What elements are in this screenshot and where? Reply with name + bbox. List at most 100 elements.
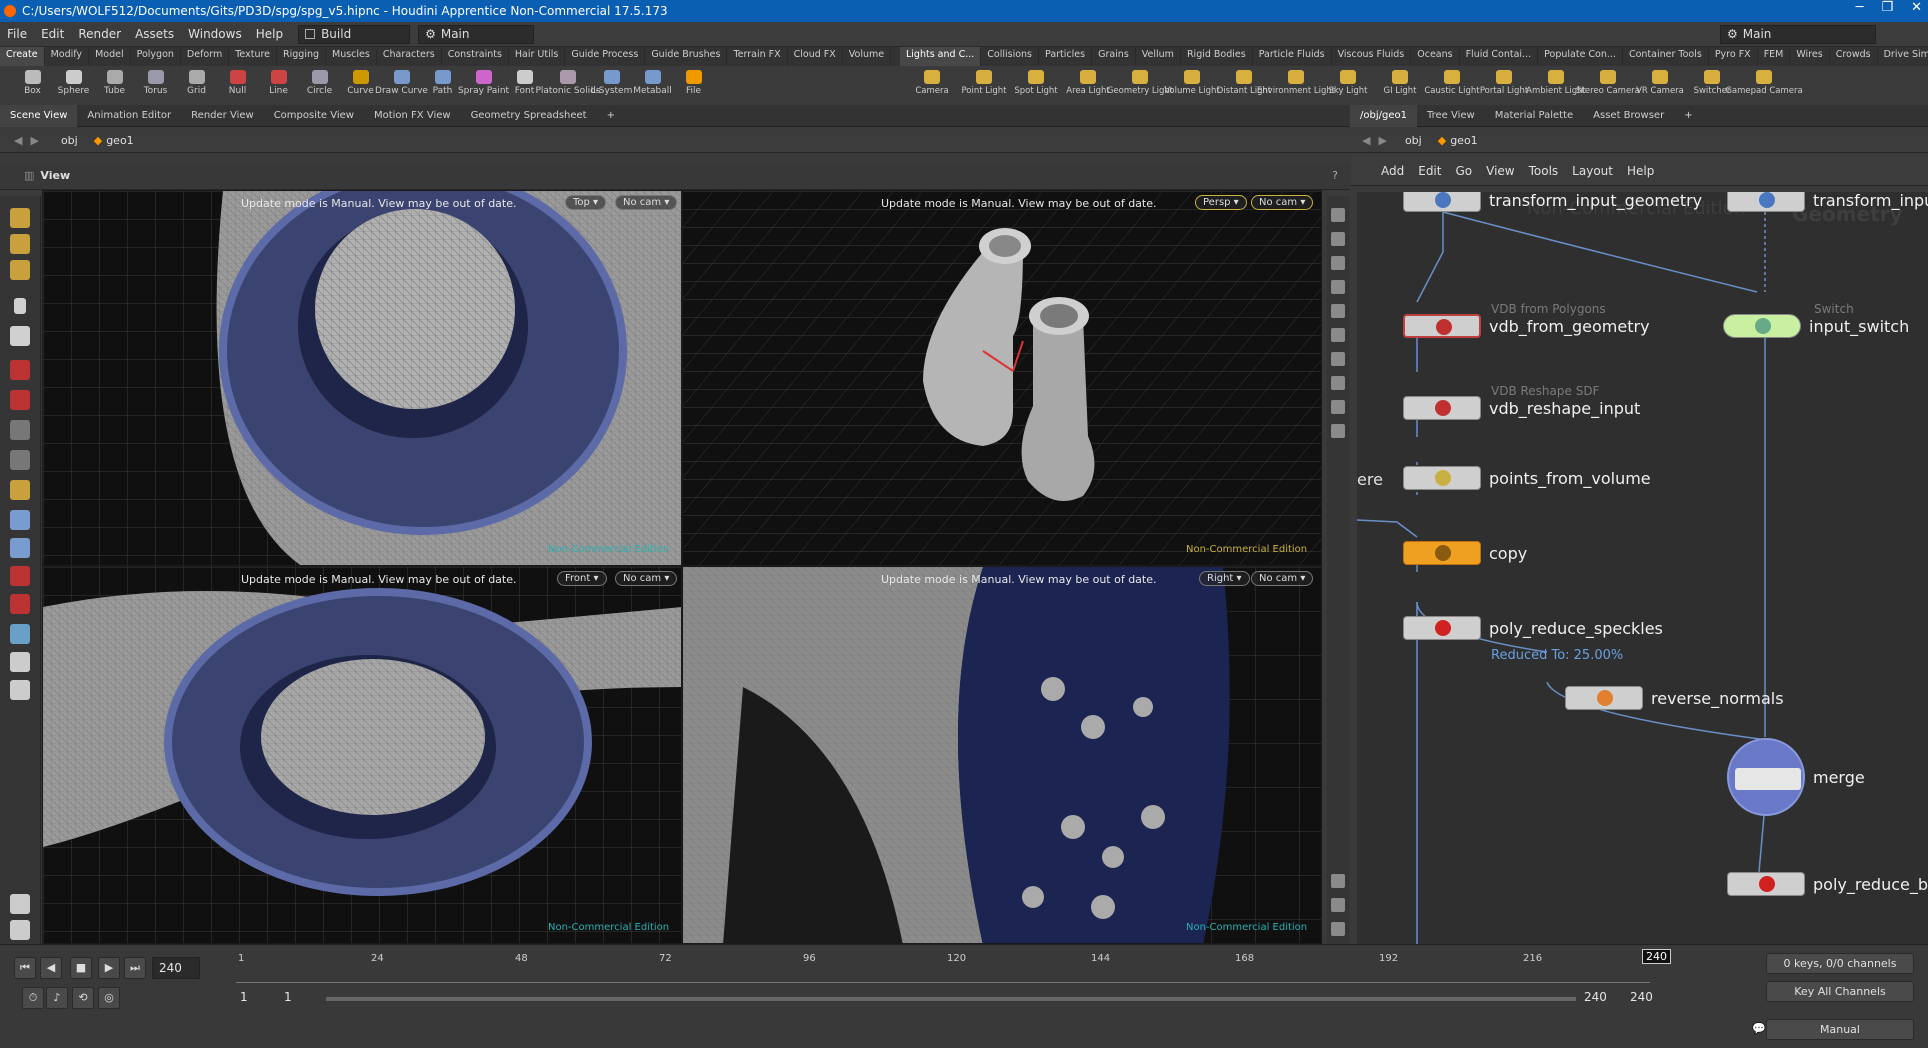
close-button[interactable]: ✕ — [1911, 0, 1922, 15]
shelf-tab-modify[interactable]: Modify — [45, 47, 90, 66]
play-button[interactable]: ▶ — [98, 957, 120, 979]
tool-draw-curve[interactable]: Draw Curve — [375, 66, 428, 105]
tool-metaball[interactable]: Metaball — [632, 66, 673, 105]
back-arrow-icon[interactable]: ◀ — [14, 134, 22, 147]
shelf-tab-particle-fluids[interactable]: Particle Fluids — [1253, 47, 1332, 66]
shading-icon[interactable] — [1331, 328, 1345, 342]
tool-circle[interactable]: Circle — [299, 66, 340, 105]
menu-edit[interactable]: Edit — [34, 27, 71, 41]
timeline-track[interactable]: 1 24 48 72 96 120 144 168 192 216 240 — [236, 949, 1671, 983]
path-obj[interactable]: obj — [53, 134, 86, 147]
flipbook-icon[interactable] — [10, 652, 30, 672]
viewport-right-cam-menu[interactable]: No cam ▾ — [1251, 571, 1314, 586]
tool-geometry-light[interactable]: Geometry Light — [1107, 66, 1173, 105]
shelf-tab-texture[interactable]: Texture — [229, 47, 278, 66]
shelf-tab-rigging[interactable]: Rigging — [277, 47, 327, 66]
display-options-icon[interactable] — [1331, 208, 1345, 222]
magnet-tool-icon[interactable] — [10, 594, 30, 614]
node-merge[interactable]: merge — [1727, 738, 1865, 816]
tool-line[interactable]: Line — [258, 66, 299, 105]
shelf-tab-collisions[interactable]: Collisions — [981, 47, 1040, 66]
move-tool-icon[interactable] — [10, 234, 30, 254]
node-vdb-from-geometry[interactable]: vdb_from_geometry — [1403, 314, 1650, 338]
shelf-tab-terrain-fx[interactable]: Terrain FX — [727, 47, 788, 66]
stop-button[interactable]: ■ — [70, 957, 92, 979]
shelf-tab-deform[interactable]: Deform — [181, 47, 230, 66]
pose-tool-icon[interactable] — [10, 360, 30, 380]
net-back-icon[interactable]: ◀ — [1362, 134, 1370, 147]
tab-scene-view[interactable]: Scene View — [0, 104, 78, 127]
points-icon[interactable] — [1331, 376, 1345, 390]
menu-render[interactable]: Render — [71, 27, 128, 41]
shelf-tab-polygon[interactable]: Polygon — [131, 47, 181, 66]
viewport-top-cam-menu[interactable]: No cam ▾ — [615, 195, 678, 210]
viewport-front[interactable]: Update mode is Manual. View may be out o… — [42, 566, 682, 944]
path-geo1[interactable]: ◆ geo1 — [86, 134, 142, 147]
tool-tube[interactable]: Tube — [94, 66, 135, 105]
shelf-tab-viscous-fluids[interactable]: Viscous Fluids — [1332, 47, 1412, 66]
bend-tool-icon[interactable] — [10, 566, 30, 586]
lock-icon[interactable] — [10, 326, 30, 346]
tool-ambient-light[interactable]: Ambient Light — [1526, 66, 1586, 105]
shelf-tab-model[interactable]: Model — [89, 47, 131, 66]
start-frame-field[interactable]: 1 — [234, 987, 274, 1009]
update-mode-button[interactable]: Manual — [1766, 1019, 1914, 1040]
audio-icon[interactable]: ♪ — [46, 987, 68, 1009]
handle-tool-icon[interactable] — [10, 390, 30, 410]
shelf-tab-volume[interactable]: Volume — [843, 47, 892, 66]
right-context-select[interactable]: ⚙ Main — [1720, 24, 1876, 44]
tool-null[interactable]: Null — [217, 66, 258, 105]
tool-environment-light[interactable]: Environment Light — [1257, 66, 1335, 105]
jump-start-button[interactable]: ⏮ — [14, 957, 36, 979]
shelf-tab-fem[interactable]: FEM — [1758, 47, 1791, 66]
net-forward-icon[interactable]: ▶ — [1378, 134, 1386, 147]
tab-motion-fx-view[interactable]: Motion FX View — [364, 105, 461, 127]
keys-info-button[interactable]: 0 keys, 0/0 channels — [1766, 953, 1914, 974]
shelf-tab-vellum[interactable]: Vellum — [1136, 47, 1181, 66]
node-points-from-volume[interactable]: points_from_volume — [1403, 466, 1651, 490]
tool-torus[interactable]: Torus — [135, 66, 176, 105]
key-all-channels-button[interactable]: Key All Channels — [1766, 981, 1914, 1002]
tab-geometry-spreadsheet[interactable]: Geometry Spreadsheet — [461, 105, 597, 127]
tool-gamepad-camera[interactable]: Gamepad Camera — [1725, 66, 1803, 105]
viewport-front-view-menu[interactable]: Front ▾ — [557, 571, 607, 586]
tab-tree-view[interactable]: Tree View — [1417, 105, 1485, 127]
tool-spray-paint[interactable]: Spray Paint — [458, 66, 509, 105]
shelf-tab-crowds[interactable]: Crowds — [1830, 47, 1878, 66]
view-tool-icon[interactable] — [10, 260, 30, 280]
tab-render-view[interactable]: Render View — [181, 105, 264, 127]
shelf-tab-rigid-bodies[interactable]: Rigid Bodies — [1181, 47, 1253, 66]
net-path-geo1[interactable]: ◆ geo1 — [1430, 134, 1486, 147]
tool-camera[interactable]: Camera — [906, 66, 958, 105]
tool-file[interactable]: File — [673, 66, 714, 105]
misc-tool-icon[interactable] — [10, 920, 30, 940]
tool-gi-light[interactable]: GI Light — [1374, 66, 1426, 105]
viewport-front-cam-menu[interactable]: No cam ▾ — [615, 571, 678, 586]
shelf-tab-lights-and-c-[interactable]: Lights and C... — [900, 47, 982, 66]
tool-spot-light[interactable]: Spot Light — [1010, 66, 1062, 105]
tool-l-system[interactable]: L-System — [591, 66, 632, 105]
current-frame-field[interactable]: 240 — [152, 957, 200, 979]
add-tab-button[interactable]: + — [597, 105, 625, 127]
shelf-tab-container-tools[interactable]: Container Tools — [1623, 47, 1709, 66]
shelf-tab-create[interactable]: Create — [0, 47, 45, 66]
menu-file[interactable]: File — [0, 27, 34, 41]
shelf-tab-constraints[interactable]: Constraints — [442, 47, 509, 66]
measure-tool-icon[interactable] — [10, 510, 30, 530]
menu-assets[interactable]: Assets — [128, 27, 181, 41]
bottom-chat-icon[interactable]: 💬 — [1752, 1022, 1766, 1035]
tool-caustic-light[interactable]: Caustic Light — [1424, 66, 1480, 105]
help-icon[interactable]: ? — [1332, 169, 1338, 182]
shelf-tab-wires[interactable]: Wires — [1790, 47, 1830, 66]
node-input-switch[interactable]: input_switch — [1723, 314, 1909, 338]
tool-grid[interactable]: Grid — [176, 66, 217, 105]
render-region-icon[interactable] — [10, 450, 30, 470]
end-frame-field-2[interactable]: 240 — [1624, 987, 1664, 1009]
paint-tool-icon[interactable] — [10, 894, 30, 914]
ghost-icon[interactable] — [1331, 232, 1345, 246]
net-menu-view[interactable]: View — [1479, 164, 1521, 178]
network-view[interactable]: Non-Commercial Edition Geometry transfor… — [1357, 192, 1928, 944]
shelf-tab-fluid-contai-[interactable]: Fluid Contai... — [1460, 47, 1539, 66]
node-reverse-normals[interactable]: reverse_normals — [1565, 686, 1784, 710]
shelf-tab-oceans[interactable]: Oceans — [1411, 47, 1460, 66]
